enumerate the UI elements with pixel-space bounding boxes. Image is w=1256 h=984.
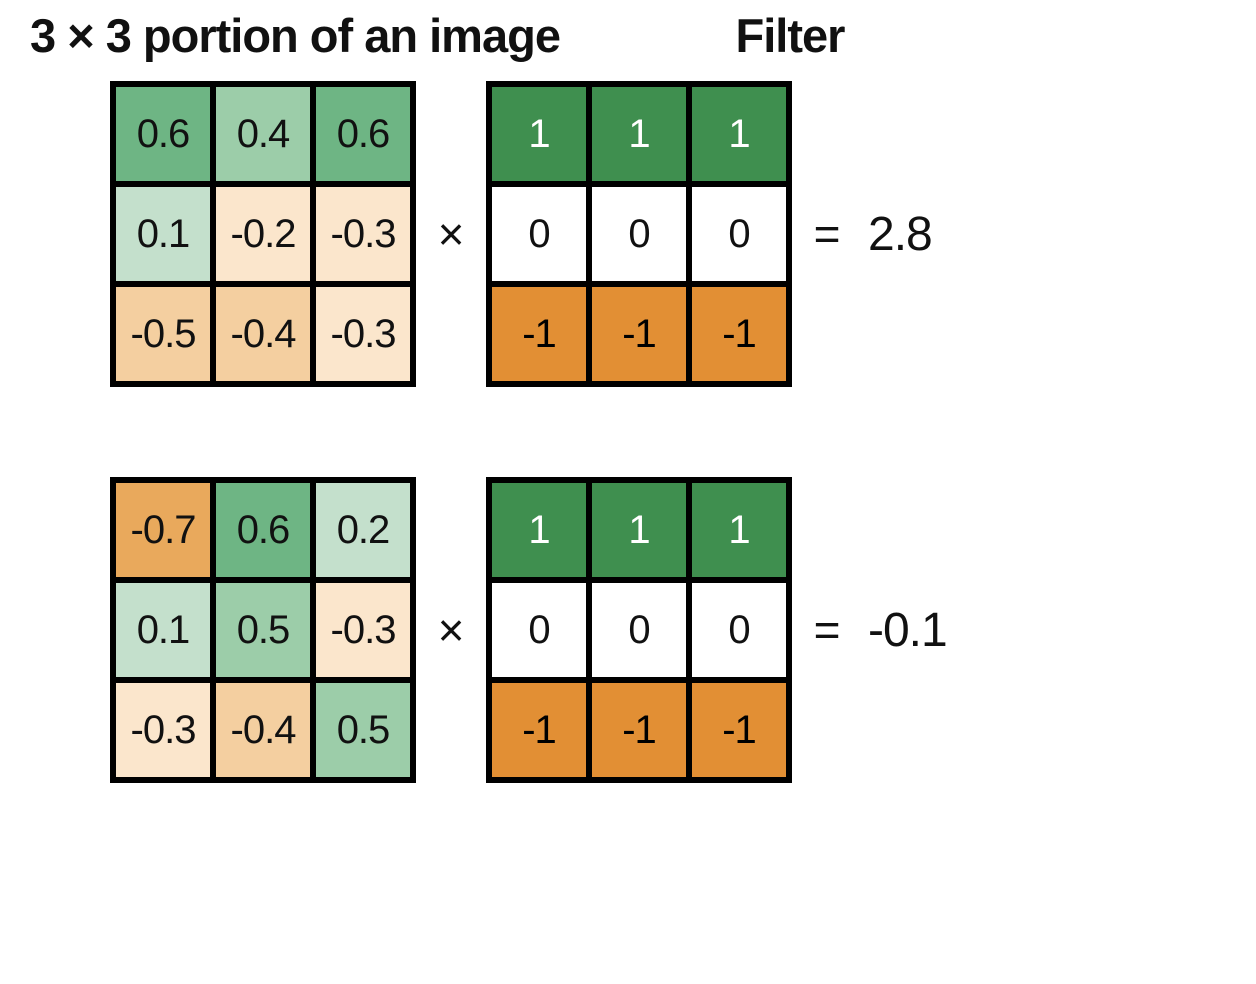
filter-cell: 1 <box>489 84 589 184</box>
patch2-cell: 0.2 <box>313 480 413 580</box>
example-row-2: -0.7 0.6 0.2 0.1 0.5 -0.3 -0.3 -0.4 0.5 … <box>110 477 1226 783</box>
patch1-cell: -0.4 <box>213 284 313 384</box>
filter-cell: -1 <box>589 680 689 780</box>
filter-cell: 0 <box>489 184 589 284</box>
filter-cell: 1 <box>589 480 689 580</box>
headers-row: 3 × 3 portion of an image Filter <box>30 8 1226 63</box>
title-filter: Filter <box>610 8 970 63</box>
filter-cell: 0 <box>689 184 789 284</box>
patch1-cell: 0.1 <box>113 184 213 284</box>
image-patch-2: -0.7 0.6 0.2 0.1 0.5 -0.3 -0.3 -0.4 0.5 <box>110 477 416 783</box>
patch1-cell: 0.6 <box>313 84 413 184</box>
patch1-cell: -0.3 <box>313 184 413 284</box>
filter-cell: -1 <box>489 284 589 384</box>
example-row-1: 0.6 0.4 0.6 0.1 -0.2 -0.3 -0.5 -0.4 -0.3… <box>110 81 1226 387</box>
result-1: 2.8 <box>868 207 932 262</box>
equals-symbol: = <box>792 603 862 657</box>
patch1-cell: -0.3 <box>313 284 413 384</box>
filter-grid-1: 1 1 1 0 0 0 -1 -1 -1 <box>486 81 792 387</box>
patch2-cell: -0.4 <box>213 680 313 780</box>
filter-grid-2: 1 1 1 0 0 0 -1 -1 -1 <box>486 477 792 783</box>
patch2-cell: -0.3 <box>113 680 213 780</box>
diagram-root: 3 × 3 portion of an image Filter 0.6 0.4… <box>0 0 1256 984</box>
patch2-cell: -0.3 <box>313 580 413 680</box>
filter-cell: -1 <box>689 284 789 384</box>
filter-cell: 1 <box>489 480 589 580</box>
filter-cell: 0 <box>589 580 689 680</box>
filter-cell: 1 <box>689 84 789 184</box>
filter-cell: -1 <box>589 284 689 384</box>
multiply-symbol: × <box>416 207 486 261</box>
patch1-cell: -0.2 <box>213 184 313 284</box>
patch2-cell: 0.5 <box>313 680 413 780</box>
image-patch-1: 0.6 0.4 0.6 0.1 -0.2 -0.3 -0.5 -0.4 -0.3 <box>110 81 416 387</box>
filter-cell: 0 <box>489 580 589 680</box>
filter-cell: 1 <box>689 480 789 580</box>
patch2-cell: 0.1 <box>113 580 213 680</box>
patch2-cell: 0.6 <box>213 480 313 580</box>
patch1-cell: 0.4 <box>213 84 313 184</box>
filter-cell: 0 <box>689 580 789 680</box>
title-image-patch: 3 × 3 portion of an image <box>30 8 610 63</box>
patch2-cell: 0.5 <box>213 580 313 680</box>
patch1-cell: -0.5 <box>113 284 213 384</box>
multiply-symbol: × <box>416 603 486 657</box>
filter-cell: 1 <box>589 84 689 184</box>
filter-cell: -1 <box>689 680 789 780</box>
filter-cell: -1 <box>489 680 589 780</box>
result-2: -0.1 <box>868 603 947 658</box>
filter-cell: 0 <box>589 184 689 284</box>
equals-symbol: = <box>792 207 862 261</box>
patch2-cell: -0.7 <box>113 480 213 580</box>
patch1-cell: 0.6 <box>113 84 213 184</box>
